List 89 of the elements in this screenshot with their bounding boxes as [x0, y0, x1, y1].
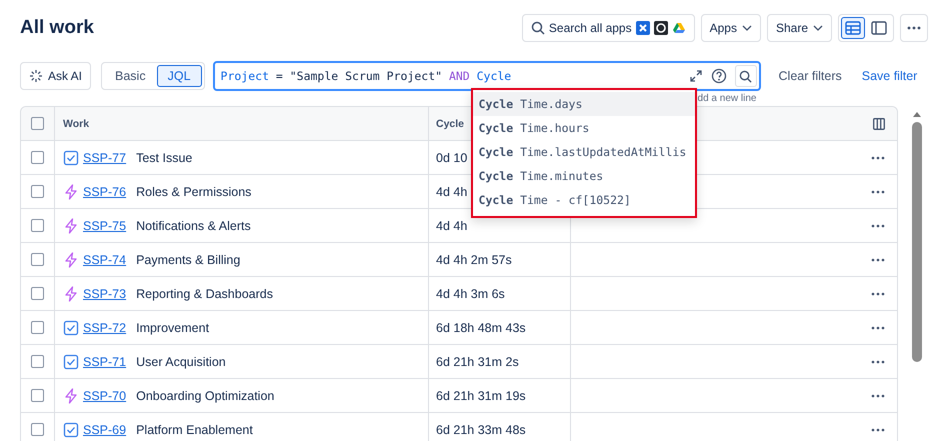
- issue-summary: Notifications & Alerts: [136, 218, 251, 232]
- column-header[interactable]: Cycle: [436, 118, 464, 130]
- apps-button[interactable]: Apps: [700, 14, 761, 42]
- row-actions-icon[interactable]: [871, 156, 885, 160]
- help-icon[interactable]: [710, 68, 727, 84]
- task-icon: [63, 422, 79, 438]
- cycle-time-cell: 6d 18h 48m 43s: [436, 320, 526, 334]
- issue-summary: Onboarding Optimization: [136, 388, 274, 402]
- task-icon: [63, 354, 79, 370]
- row-actions-icon[interactable]: [871, 394, 885, 398]
- issue-summary: Reporting & Dashboards: [136, 286, 273, 300]
- issue-key-link[interactable]: SSP-76: [83, 184, 126, 198]
- issue-key-link[interactable]: SSP-75: [83, 218, 126, 232]
- list-view-button[interactable]: [841, 17, 865, 39]
- expand-icon[interactable]: [688, 69, 703, 83]
- cycle-time-cell: 4d 4h 2m 57s: [436, 252, 512, 266]
- row-actions-icon[interactable]: [871, 326, 885, 330]
- suggestion-item[interactable]: Cycle Time.lastUpdatedAtMillis: [472, 140, 695, 164]
- mode-tab[interactable]: Basic: [104, 65, 157, 87]
- ask-ai-button[interactable]: Ask AI: [20, 62, 92, 90]
- issue-summary: User Acquisition: [136, 354, 226, 368]
- select-all-checkbox[interactable]: [31, 117, 44, 130]
- row-checkbox[interactable]: [31, 253, 44, 266]
- clear-filters-link[interactable]: Clear filters: [778, 69, 842, 83]
- search-icon: [530, 21, 545, 35]
- row-actions-icon[interactable]: [871, 292, 885, 296]
- caret-icon: [813, 25, 823, 31]
- caret-icon: [742, 25, 752, 31]
- scroll-up-icon[interactable]: [912, 110, 922, 118]
- save-filter-link[interactable]: Save filter: [862, 69, 918, 83]
- cycle-time-cell: 6d 21h 33m 48s: [436, 422, 526, 436]
- issue-key-link[interactable]: SSP-72: [83, 320, 126, 334]
- page-title: All work: [20, 17, 94, 39]
- row-checkbox[interactable]: [31, 185, 44, 198]
- issue-summary: Roles & Permissions: [136, 184, 252, 198]
- cycle-time-cell: 4d 4h: [436, 218, 468, 232]
- row-checkbox[interactable]: [31, 423, 44, 436]
- suggestion-item[interactable]: Cycle Time.days: [472, 92, 695, 116]
- cycle-time-cell: 4d 4h 3m 6s: [436, 286, 505, 300]
- row-actions-icon[interactable]: [871, 428, 885, 432]
- row-actions-icon[interactable]: [871, 224, 885, 228]
- issue-key-link[interactable]: SSP-77: [83, 150, 126, 164]
- task-icon: [63, 320, 79, 336]
- app-icon: [636, 21, 650, 35]
- row-checkbox[interactable]: [31, 219, 44, 232]
- cycle-time-cell: 6d 21h 31m 19s: [436, 388, 526, 402]
- scrollbar-thumb[interactable]: [912, 122, 922, 362]
- row-checkbox[interactable]: [31, 355, 44, 368]
- cycle-time-cell: 6d 21h 31m 2s: [436, 354, 519, 368]
- app-icon: [672, 21, 686, 35]
- lightning-icon: [63, 184, 79, 200]
- row-actions-icon[interactable]: [871, 258, 885, 262]
- mode-tab[interactable]: JQL: [156, 65, 202, 87]
- issue-key-link[interactable]: SSP-74: [83, 252, 126, 266]
- row-actions-icon[interactable]: [871, 360, 885, 364]
- lightning-icon: [63, 286, 79, 302]
- lightning-icon: [63, 388, 79, 404]
- cycle-time-cell: 0d 10: [436, 150, 468, 164]
- row-actions-icon[interactable]: [871, 190, 885, 194]
- row-checkbox[interactable]: [31, 389, 44, 402]
- query-hint: dd a new line: [698, 93, 756, 104]
- more-button[interactable]: [900, 14, 928, 42]
- issue-key-link[interactable]: SSP-69: [83, 422, 126, 436]
- columns-icon[interactable]: [873, 118, 885, 130]
- row-checkbox[interactable]: [31, 151, 44, 164]
- issue-key-link[interactable]: SSP-71: [83, 354, 126, 368]
- search-button[interactable]: [734, 65, 757, 87]
- cycle-time-cell: 4d 4h: [436, 184, 468, 198]
- share-button[interactable]: Share: [766, 14, 832, 42]
- issue-key-link[interactable]: SSP-70: [83, 388, 126, 402]
- task-icon: [63, 150, 79, 166]
- search-apps-button[interactable]: Search all apps: [522, 14, 695, 42]
- issue-summary: Test Issue: [136, 150, 192, 164]
- search-icon: [739, 70, 752, 82]
- issue-summary: Platform Enablement: [136, 422, 253, 436]
- suggestion-item[interactable]: Cycle Time.hours: [472, 116, 695, 140]
- suggestion-item[interactable]: Cycle Time.minutes: [472, 164, 695, 188]
- suggestion-item[interactable]: Cycle Time - cf[10522]: [472, 188, 695, 212]
- more-icon: [907, 26, 921, 30]
- row-checkbox[interactable]: [31, 287, 44, 300]
- sparkle-icon: [29, 69, 43, 83]
- issue-summary: Improvement: [136, 320, 210, 334]
- lightning-icon: [63, 252, 79, 268]
- lightning-icon: [63, 218, 79, 234]
- row-checkbox[interactable]: [31, 321, 44, 334]
- issue-summary: Payments & Billing: [136, 252, 240, 266]
- app-icon: [654, 21, 668, 35]
- column-header[interactable]: Work: [63, 118, 90, 130]
- issue-key-link[interactable]: SSP-73: [83, 286, 126, 300]
